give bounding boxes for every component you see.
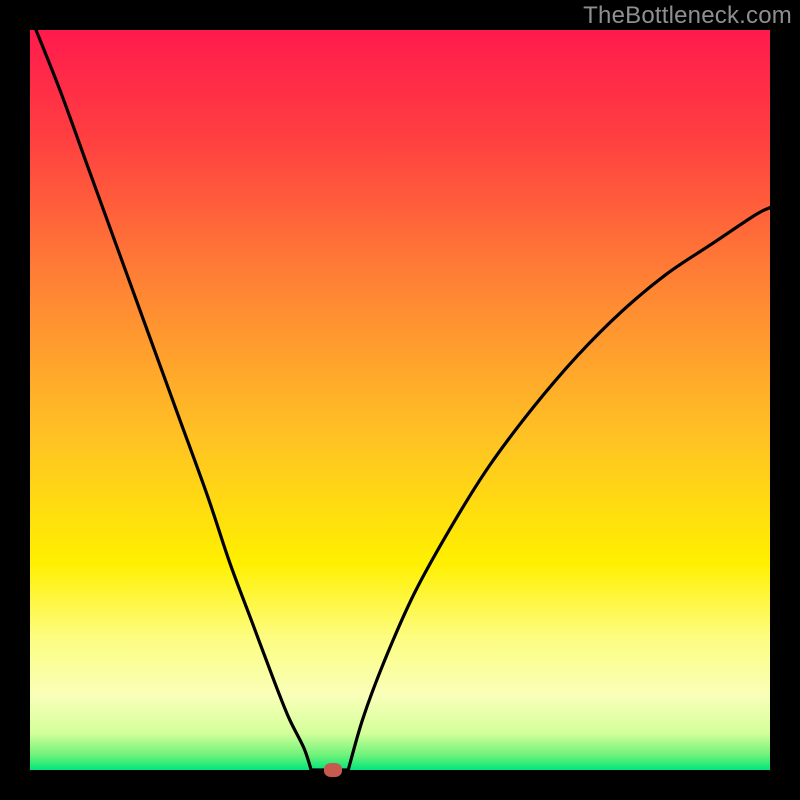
minimum-marker <box>324 763 342 777</box>
outer-frame: TheBottleneck.com <box>0 0 800 800</box>
chart-curves-svg <box>30 30 770 770</box>
watermark-text: TheBottleneck.com <box>583 2 792 30</box>
chart-plot-area <box>30 30 770 770</box>
series-right-curve <box>348 208 770 770</box>
series-left-curve <box>30 15 311 770</box>
